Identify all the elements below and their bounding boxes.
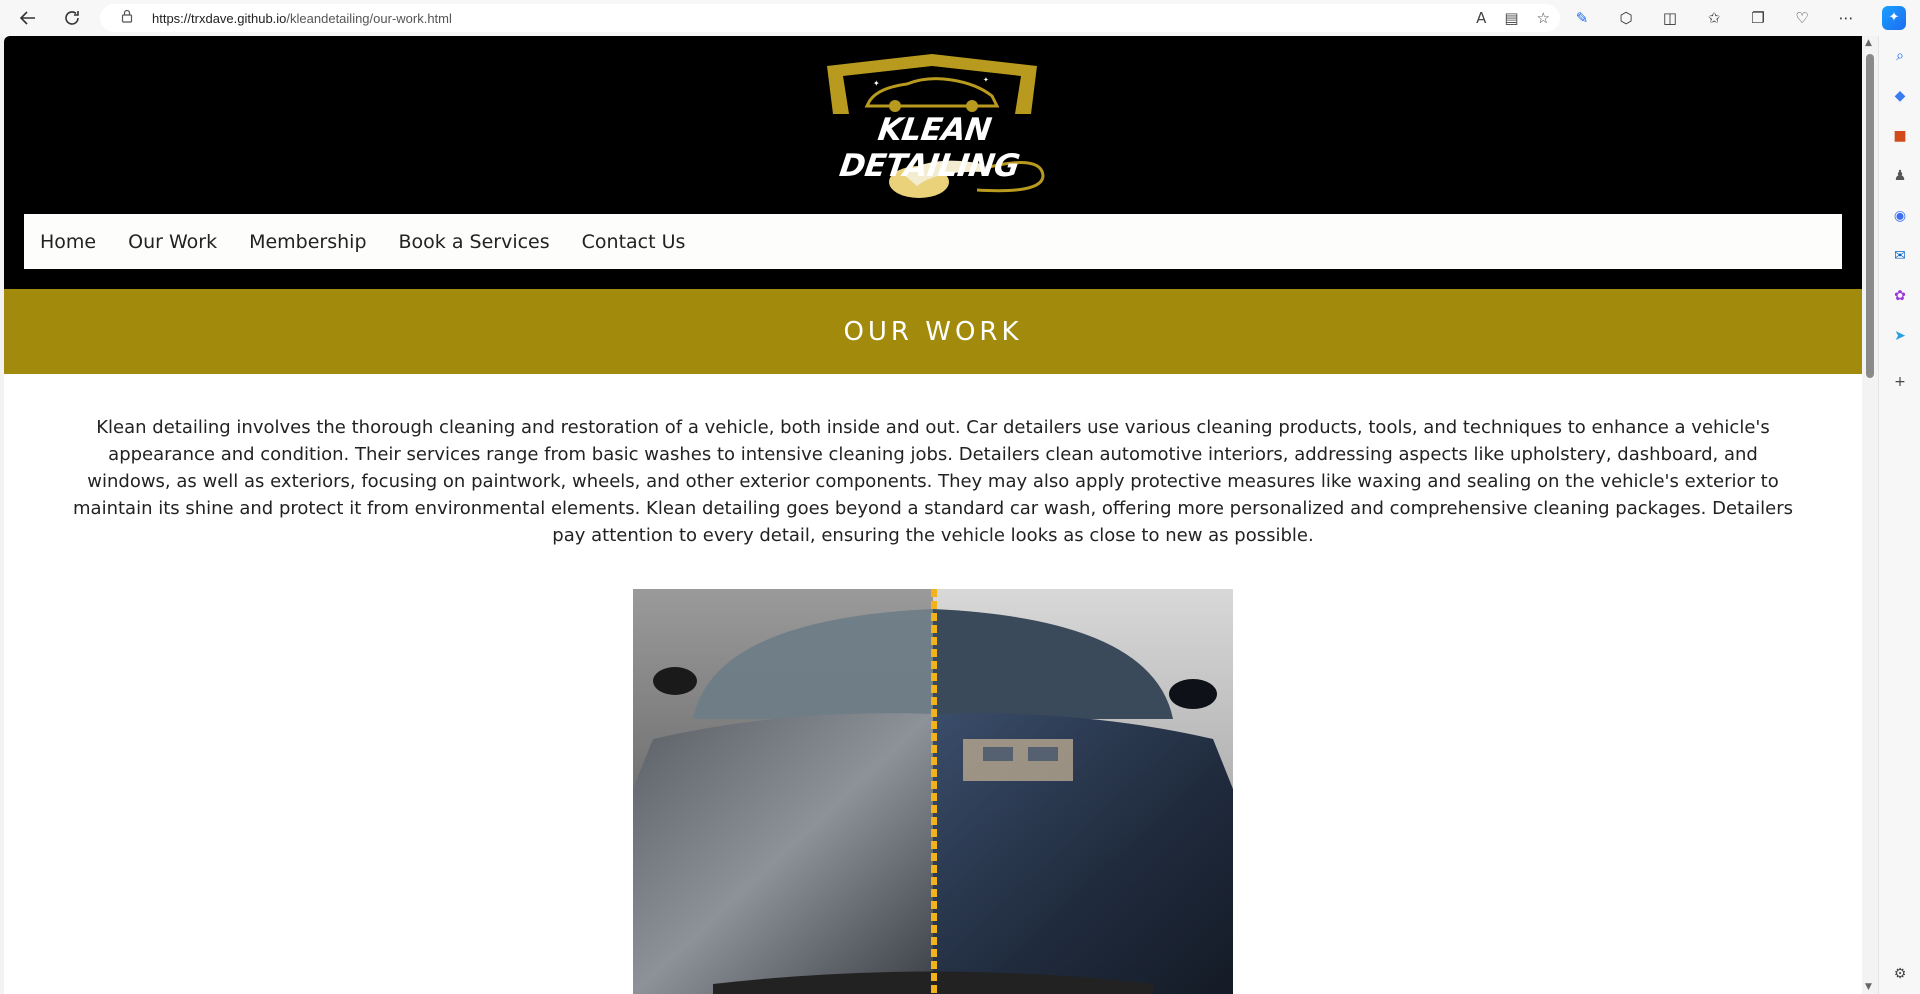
url-path: /kleandetailing/our-work.html bbox=[286, 10, 452, 26]
shopping-icon[interactable]: ◆ bbox=[1879, 76, 1920, 116]
more-menu-icon[interactable]: ⋯ bbox=[1832, 9, 1860, 27]
refresh-icon[interactable] bbox=[54, 0, 90, 36]
address-bar[interactable]: https://trxdave.github.io/kleandetailing… bbox=[100, 4, 1560, 32]
nav-contact-us[interactable]: Contact Us bbox=[582, 231, 686, 253]
outlook-icon[interactable]: ✉ bbox=[1879, 236, 1920, 276]
read-aloud-icon[interactable]: A bbox=[1476, 9, 1486, 27]
url-text: https://trxdave.github.io/kleandetailing… bbox=[152, 11, 452, 26]
scrollbar-thumb[interactable] bbox=[1866, 54, 1874, 378]
logo-text: KLEAN DETAILING bbox=[837, 112, 1022, 184]
svg-text:✦: ✦ bbox=[873, 79, 880, 88]
nav-membership[interactable]: Membership bbox=[249, 231, 366, 253]
nav-book-services[interactable]: Book a Services bbox=[399, 231, 550, 253]
back-icon[interactable] bbox=[10, 0, 46, 36]
immersive-reader-icon[interactable]: ▤ bbox=[1504, 9, 1518, 27]
search-icon[interactable]: ⌕ bbox=[1879, 36, 1920, 76]
split-screen-icon[interactable]: ◫ bbox=[1656, 9, 1684, 27]
favorite-star-icon[interactable]: ☆ bbox=[1537, 9, 1550, 27]
page-scrollbar[interactable]: ▲ ▼ bbox=[1862, 36, 1878, 994]
scroll-down-icon[interactable]: ▼ bbox=[1865, 982, 1872, 992]
page-title: OUR WORK bbox=[843, 316, 1023, 347]
site-header: ✦ ✦ KLEAN DETAILING Home Our Work Member… bbox=[4, 36, 1862, 289]
favorites-icon[interactable]: ✩ bbox=[1700, 9, 1728, 27]
browser-essentials-icon[interactable]: ♡ bbox=[1788, 9, 1816, 27]
collections-icon[interactable]: ❐ bbox=[1744, 9, 1772, 27]
lock-icon bbox=[112, 9, 142, 27]
copilot-icon[interactable]: ✦ bbox=[1882, 6, 1906, 30]
microsoft365-icon[interactable]: ◉ bbox=[1879, 196, 1920, 236]
games-icon[interactable]: ♟ bbox=[1879, 156, 1920, 196]
url-host: https://trxdave.github.io bbox=[152, 10, 287, 26]
edge-sidebar: ⌕ ◆ ■ ♟ ◉ ✉ ✿ ➤ + ⚙ bbox=[1878, 36, 1920, 994]
before-after-car-photo bbox=[633, 589, 1233, 994]
tools-icon[interactable]: ■ bbox=[1879, 116, 1920, 156]
page-banner: OUR WORK bbox=[4, 289, 1862, 374]
page-viewport: ✦ ✦ KLEAN DETAILING Home Our Work Member… bbox=[4, 36, 1862, 994]
extensions-icon[interactable]: ⬡ bbox=[1612, 9, 1640, 27]
scroll-up-icon[interactable]: ▲ bbox=[1865, 38, 1872, 48]
main-nav: Home Our Work Membership Book a Services… bbox=[24, 214, 1842, 269]
edge-feature-icon[interactable]: ✎ bbox=[1568, 9, 1596, 27]
settings-icon[interactable]: ⚙ bbox=[1879, 954, 1920, 994]
add-icon[interactable]: + bbox=[1879, 362, 1920, 402]
intro-paragraph: Klean detailing involves the thorough cl… bbox=[73, 417, 1793, 546]
nav-home[interactable]: Home bbox=[40, 231, 96, 253]
svg-text:✦: ✦ bbox=[983, 76, 989, 84]
drop-icon[interactable]: ➤ bbox=[1879, 316, 1920, 356]
nav-our-work[interactable]: Our Work bbox=[128, 231, 217, 253]
designer-icon[interactable]: ✿ bbox=[1879, 276, 1920, 316]
site-logo[interactable]: ✦ ✦ KLEAN DETAILING bbox=[807, 54, 1057, 204]
browser-toolbar: https://trxdave.github.io/kleandetailing… bbox=[0, 0, 1920, 36]
